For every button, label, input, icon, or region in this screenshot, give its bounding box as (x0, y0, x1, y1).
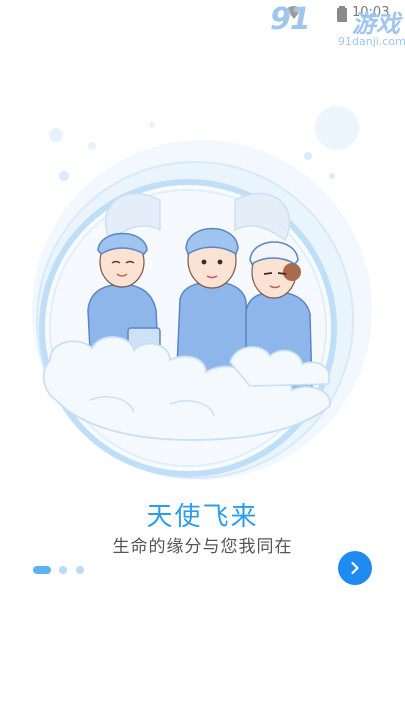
watermark-text: 游戏 (352, 10, 400, 38)
next-button[interactable] (338, 551, 372, 585)
onboarding-title: 天使飞来 (146, 502, 259, 532)
page-dot (76, 566, 84, 574)
chevron-right-icon (351, 561, 359, 575)
page-dot-active (33, 566, 51, 574)
nurses-illustration (32, 106, 372, 480)
watermark: 91 游戏 91danji.com (270, 2, 405, 52)
watermark-url: 91danji.com (338, 35, 405, 48)
page-dot (59, 566, 67, 574)
watermark-logo: 91 (270, 2, 311, 37)
